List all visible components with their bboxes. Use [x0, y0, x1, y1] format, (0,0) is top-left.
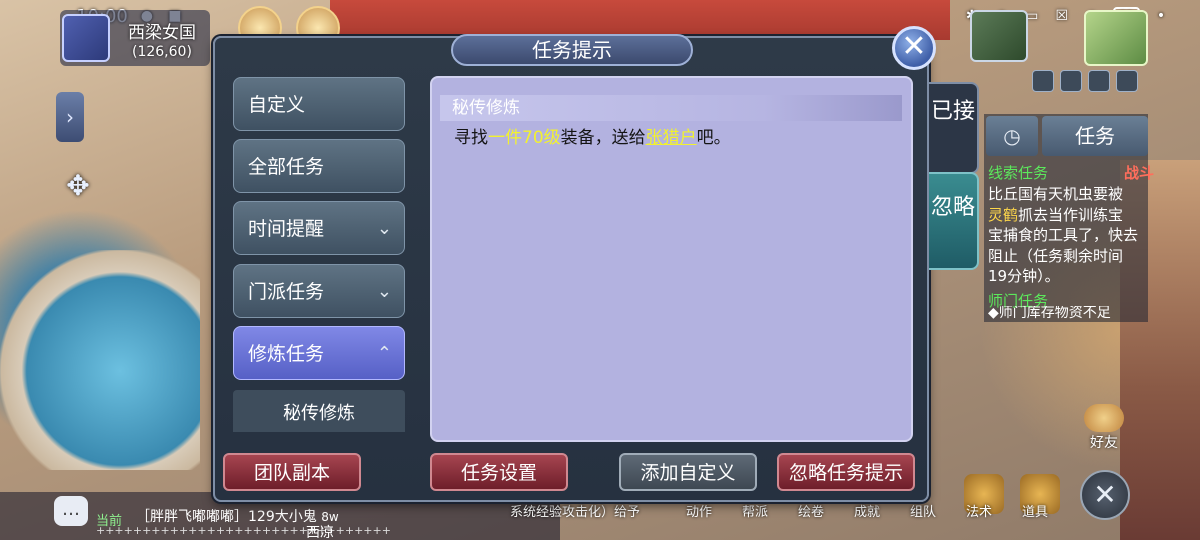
quest-text-part: 寻找 — [454, 128, 488, 148]
quest-item-highlight: 一件70级 — [488, 128, 561, 148]
buff-slot-icon[interactable] — [1116, 70, 1138, 92]
ignore-hints-button[interactable]: 忽略任务提示 — [777, 453, 915, 491]
quest-description: 寻找一件70级装备，送给张猎户吧。 — [454, 123, 731, 148]
chevron-down-icon: ⌄ — [376, 218, 392, 239]
clock-icon[interactable]: ◷ — [986, 116, 1038, 156]
map-name: 西梁女国 — [128, 23, 196, 43]
category-label: 自定义 — [248, 94, 306, 116]
menu-item-team[interactable]: 组队 — [910, 501, 966, 520]
menu-item-scroll[interactable]: 绘卷 — [798, 501, 854, 520]
add-custom-button[interactable]: 添加自定义 — [619, 453, 757, 491]
menu-item-spell[interactable]: 法术 — [966, 501, 1022, 520]
sim-icon: ☒ — [1055, 8, 1068, 24]
menu-item-achievement[interactable]: 成就 — [854, 501, 910, 520]
charging-dot-icon: • — [1156, 8, 1166, 24]
menu-item-items[interactable]: 道具 — [1022, 501, 1062, 520]
tracker-quest-desc-part: 比丘国有天机虫要被 — [988, 185, 1124, 203]
minimap-avatar[interactable] — [62, 14, 110, 62]
handshake-icon — [1084, 404, 1124, 432]
category-time-reminder[interactable]: 时间提醒 ⌄ — [233, 201, 405, 255]
friend-button[interactable]: 好友 — [1082, 404, 1126, 452]
buff-slot-icon[interactable] — [1060, 70, 1082, 92]
category-all-quests[interactable]: 全部任务 — [233, 139, 405, 193]
quest-tracker-tab[interactable]: 任务 — [1042, 116, 1148, 156]
category-cultivation-quests[interactable]: 修炼任务 ⌃ — [233, 326, 405, 380]
chat-message-text: ［胖胖飞嘟嘟嘟］129大小鬼 — [136, 509, 317, 525]
category-label: 门派任务 — [248, 281, 325, 303]
quest-text-part: 吧。 — [696, 128, 731, 148]
team-dungeon-button[interactable]: 团队副本 — [223, 453, 361, 491]
chat-message-line: ++++++++++++++++++++++++++++++++ — [96, 524, 391, 537]
chevron-up-icon: ⌃ — [376, 343, 392, 364]
pet-portrait[interactable] — [970, 10, 1028, 62]
expand-arrow-button[interactable]: › — [56, 92, 84, 142]
tab-accepted[interactable]: 已接 — [929, 82, 979, 174]
chat-message-tail: 西凉 — [306, 525, 334, 540]
quest-npc-link[interactable]: 张猎户 — [646, 128, 697, 148]
menu-item-guild[interactable]: 帮派 — [742, 501, 798, 520]
chat-bubble-icon[interactable]: … — [54, 496, 88, 526]
category-label: 全部任务 — [248, 156, 325, 178]
category-label: 时间提醒 — [248, 218, 325, 240]
dialog-title: 任务提示 — [451, 34, 693, 66]
player-portrait[interactable] — [1084, 10, 1148, 66]
category-sect-quests[interactable]: 门派任务 ⌄ — [233, 264, 405, 318]
dialog-close-button[interactable]: ✕ — [892, 26, 936, 70]
tracker-quest-tag: 战斗 — [1124, 164, 1155, 182]
quest-heading: 秘传修炼 — [440, 95, 902, 121]
chevron-down-icon: ⌄ — [376, 281, 392, 302]
quest-text-part: 装备，送给 — [560, 128, 646, 148]
quest-settings-button[interactable]: 任务设置 — [430, 453, 568, 491]
tracker-quest-npc-link[interactable]: 灵鹤 — [988, 206, 1018, 224]
category-custom[interactable]: 自定义 — [233, 77, 405, 131]
map-coordinates: (126,60) — [132, 44, 192, 60]
world-fountain — [0, 250, 200, 470]
menu-item-action[interactable]: 动作 — [686, 501, 742, 520]
buff-slot-icon[interactable] — [1088, 70, 1110, 92]
bottom-menu: 系统经验攻击化）给予 动作 帮派 绘卷 成就 组队 法术 道具 — [360, 500, 1100, 540]
tracker-quest-description[interactable]: ◆师门库存物资不足 — [988, 306, 1138, 322]
category-sub-item[interactable]: 秘传修炼 — [233, 390, 405, 432]
tab-ignored[interactable]: 忽略 — [929, 172, 979, 270]
tracker-quest-description[interactable]: 比丘国有天机虫要被灵鹤抓去当作训练宝宝捕食的工具了，快去阻止（任务剩余时间19分… — [988, 184, 1138, 287]
buff-slot-icon[interactable] — [1032, 70, 1054, 92]
system-message: 系统经验攻击化）给予 — [510, 505, 641, 520]
category-label: 修炼任务 — [248, 343, 325, 365]
tracker-quest-title[interactable]: 线索任务 — [988, 162, 1048, 183]
friend-label: 好友 — [1090, 435, 1118, 451]
move-arrows-icon[interactable]: ✥ — [58, 166, 98, 206]
